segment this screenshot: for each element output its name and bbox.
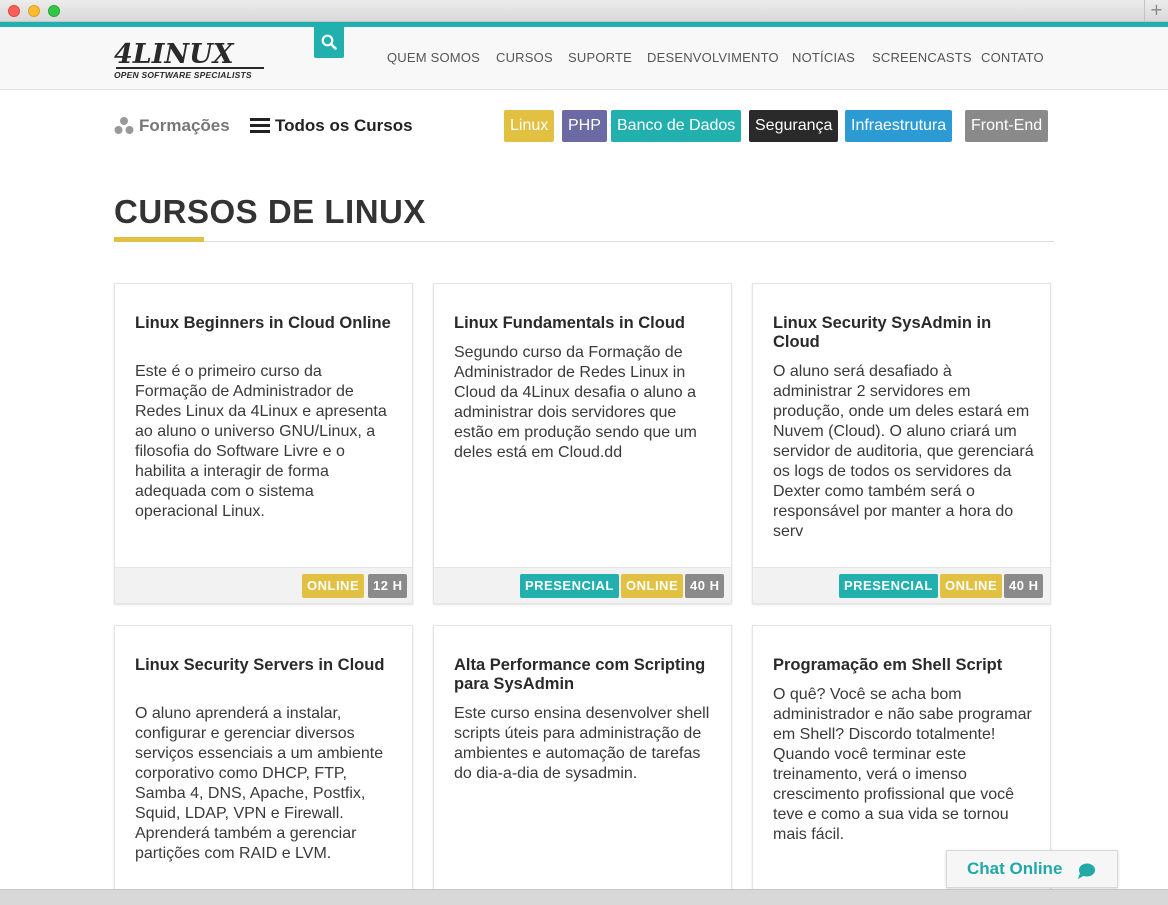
nav-desenvolvimento[interactable]: DESENVOLVIMENTO: [647, 50, 779, 65]
nav-screencasts[interactable]: SCREENCASTS: [872, 50, 972, 65]
hours-badge: 40 H: [685, 574, 725, 598]
title-accent: [114, 237, 204, 242]
course-title[interactable]: Linux Fundamentals in Cloud: [454, 314, 714, 333]
course-title[interactable]: Programação em Shell Script: [773, 656, 1033, 675]
course-description: Segundo curso da Formação de Administrad…: [454, 344, 697, 461]
nav-suporte[interactable]: SUPORTE: [568, 50, 632, 65]
title-divider: [114, 241, 1054, 242]
course-card[interactable]: Linux Beginners in Cloud Online Este é o…: [114, 283, 413, 604]
formacoes-icon: [114, 117, 134, 134]
online-badge: ONLINE: [302, 574, 365, 598]
chat-online-label: Chat Online: [967, 859, 1063, 878]
course-card[interactable]: Linux Security Servers in Cloud O aluno …: [114, 625, 413, 905]
category-tag-seguranca[interactable]: Segurança: [749, 110, 839, 142]
course-card-footer: PRESENCIAL ONLINE 40 H: [434, 567, 731, 603]
course-description: Este é o primeiro curso da Formação de A…: [135, 363, 387, 520]
new-tab-plus-icon[interactable]: +: [1144, 0, 1168, 22]
category-tag-front-end[interactable]: Front-End: [965, 110, 1049, 142]
zoom-window-button[interactable]: [48, 5, 60, 17]
presencial-badge: PRESENCIAL: [520, 574, 619, 598]
course-title[interactable]: Alta Performance com Scripting para SysA…: [454, 656, 714, 694]
site-header: 4LINUX OPEN SOFTWARE SPECIALISTS QUEM SO…: [0, 27, 1168, 90]
logo-text: 4LINUX: [114, 39, 234, 70]
course-title[interactable]: Linux Security Servers in Cloud: [135, 656, 395, 675]
page-title: CURSOS DE LINUX: [114, 193, 426, 230]
course-card-footer: ONLINE 12 H: [115, 567, 412, 603]
search-button[interactable]: [314, 27, 344, 58]
course-description: O aluno será desafiado à administrar 2 s…: [773, 363, 1034, 540]
logo-tagline: OPEN SOFTWARE SPECIALISTS: [114, 70, 252, 80]
course-description: Este curso ensina desenvolver shell scri…: [454, 705, 710, 782]
search-icon: [321, 34, 337, 50]
minimize-window-button[interactable]: [28, 5, 40, 17]
course-card[interactable]: Linux Security SysAdmin in Cloud O aluno…: [752, 283, 1051, 604]
category-tag-linux[interactable]: Linux: [504, 110, 555, 142]
close-window-button[interactable]: [8, 5, 20, 17]
course-card[interactable]: Linux Fundamentals in Cloud Segundo curs…: [433, 283, 732, 604]
hours-badge: 12 H: [368, 574, 408, 598]
logo-underline: [116, 67, 264, 69]
chat-bubble-icon: [1078, 863, 1095, 879]
category-tag-infraestrutura[interactable]: Infraestrutura: [845, 110, 953, 142]
presencial-badge: PRESENCIAL: [839, 574, 938, 598]
window-bottom-bar: [0, 889, 1168, 905]
online-badge: ONLINE: [940, 574, 1003, 598]
window-titlebar: +: [0, 0, 1168, 22]
nav-quem-somos[interactable]: QUEM SOMOS: [387, 50, 480, 65]
menu-icon: [250, 118, 270, 134]
online-badge: ONLINE: [621, 574, 684, 598]
category-tag-banco-de-dados[interactable]: Banco de Dados: [611, 110, 742, 142]
course-card[interactable]: Alta Performance com Scripting para SysA…: [433, 625, 732, 905]
hours-badge: 40 H: [1004, 574, 1044, 598]
nav-contato[interactable]: CONTATO: [981, 50, 1044, 65]
4linux-logo[interactable]: 4LINUX OPEN SOFTWARE SPECIALISTS: [114, 41, 266, 81]
nav-noticias[interactable]: NOTÍCIAS: [792, 50, 855, 65]
course-card-footer: PRESENCIAL ONLINE 40 H: [753, 567, 1050, 603]
course-description: O quê? Você se acha bom administrador e …: [773, 686, 1032, 843]
course-title[interactable]: Linux Beginners in Cloud Online: [135, 314, 395, 333]
course-title[interactable]: Linux Security SysAdmin in Cloud: [773, 314, 1033, 352]
nav-cursos[interactable]: CURSOS: [496, 50, 553, 65]
chat-online-button[interactable]: Chat Online: [946, 850, 1118, 888]
todos-os-cursos-label: Todos os Cursos: [275, 116, 413, 135]
course-description: O aluno aprenderá a instalar, configurar…: [135, 705, 384, 862]
formacoes-label: Formações: [139, 116, 230, 135]
category-tag-php[interactable]: PHP: [562, 110, 607, 142]
